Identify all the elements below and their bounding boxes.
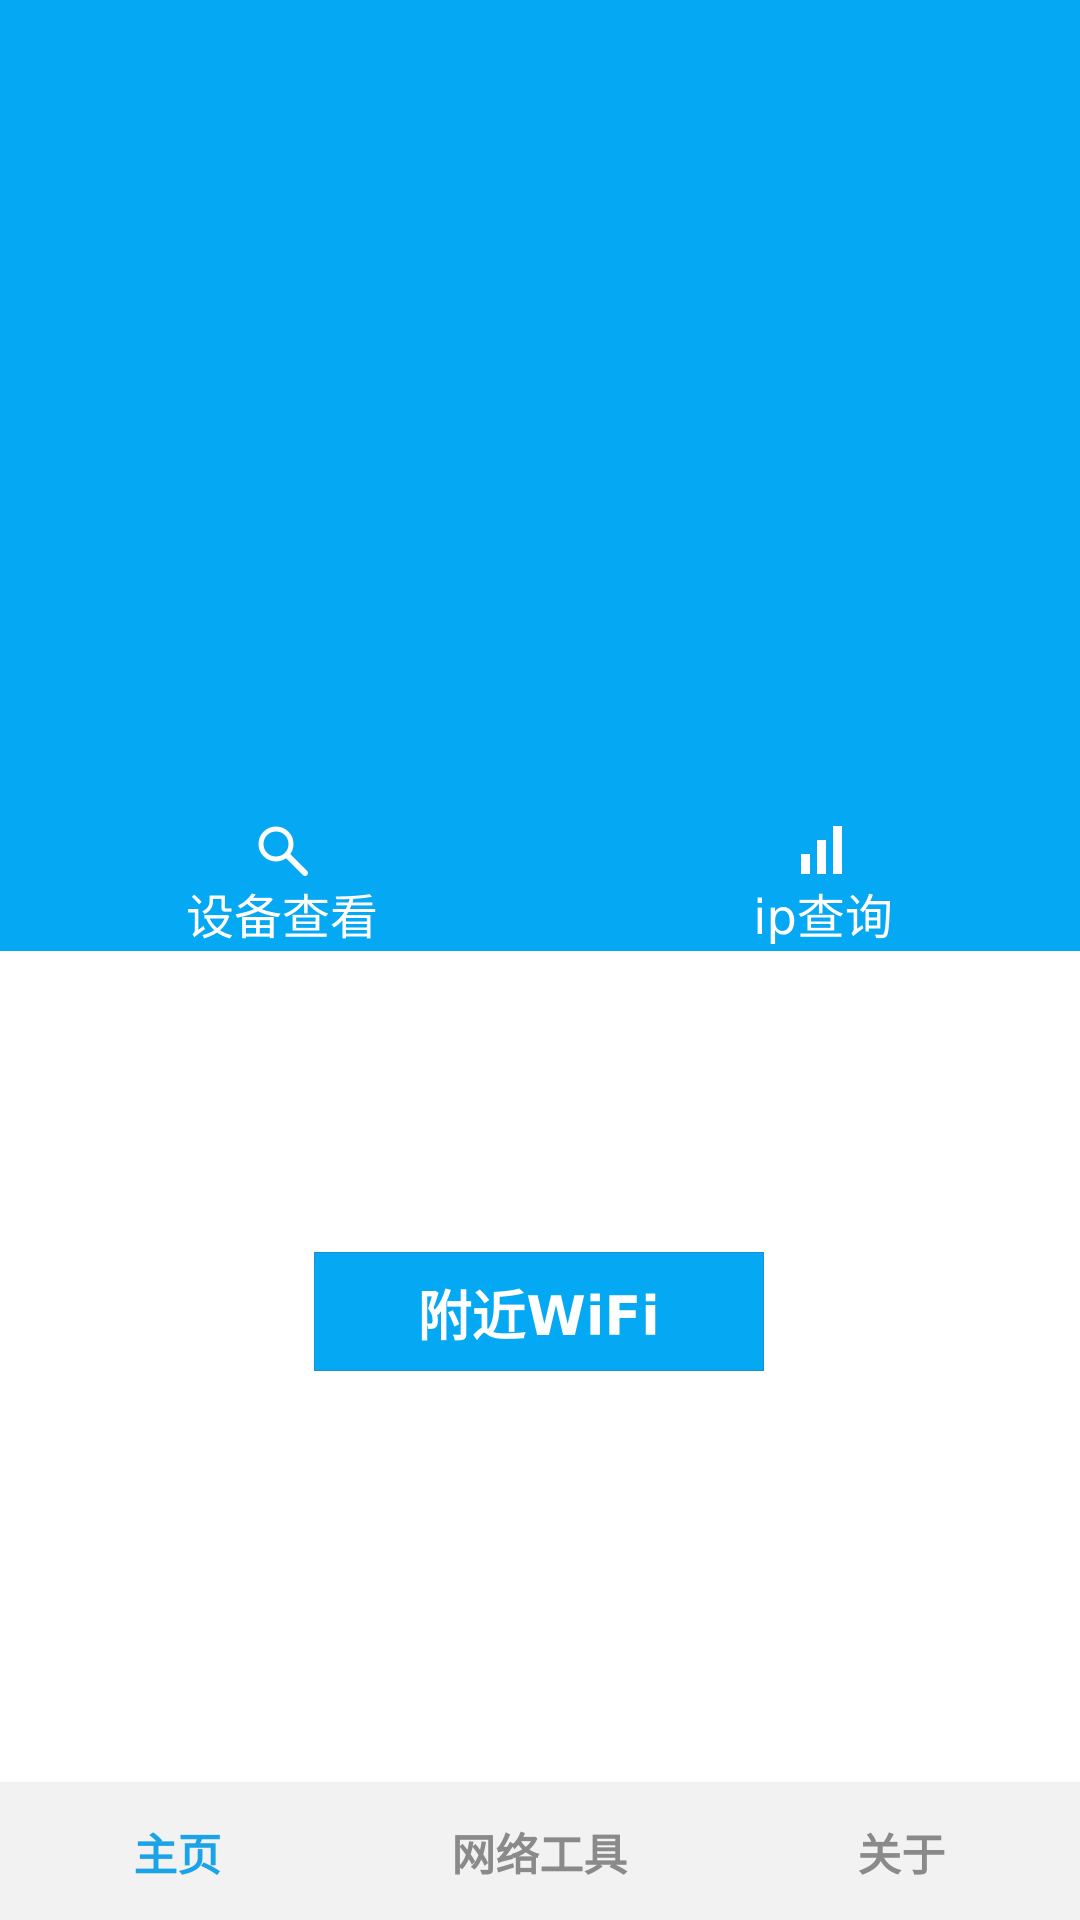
ip-query-label: ip查询	[753, 890, 893, 946]
tab-home[interactable]: 主页	[0, 1782, 405, 1920]
search-icon	[252, 820, 312, 880]
tab-network-tools[interactable]: 网络工具	[405, 1782, 676, 1920]
ip-query-button[interactable]: ip查询	[673, 820, 973, 951]
hero-banner: 设备查看 ip查询	[0, 0, 1080, 951]
device-view-button[interactable]: 设备查看	[132, 820, 432, 951]
nearby-wifi-button[interactable]: 附近WiFi	[314, 1252, 764, 1371]
bottom-navigation: 主页 网络工具 关于	[0, 1782, 1080, 1920]
signal-bars-icon	[793, 820, 853, 880]
tab-about[interactable]: 关于	[675, 1782, 1080, 1920]
device-view-label: 设备查看	[185, 890, 378, 946]
